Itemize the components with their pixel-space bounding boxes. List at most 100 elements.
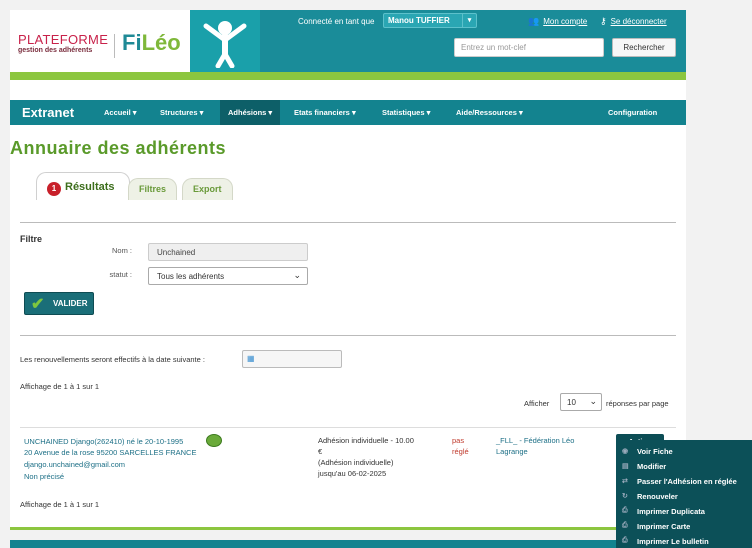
nav-item-accueil[interactable]: Accueil ▾ <box>96 100 145 125</box>
statut-select[interactable]: Tous les adhérents ⌄ <box>148 267 308 285</box>
brand-fileo: FiLéo <box>122 30 181 56</box>
nom-label: Nom : <box>111 246 132 255</box>
account-link[interactable]: 👥 Mon compte <box>528 16 587 27</box>
header-green-band <box>10 72 686 80</box>
search-input[interactable]: Entrez un mot-clef <box>454 38 604 57</box>
federation-link[interactable]: _FLL_ - Fédération Léo Lagrange <box>496 435 596 457</box>
member-name-link[interactable]: UNCHAINED Django(262410) né le 20-10-199… <box>24 437 183 446</box>
swap-icon: ⇄ <box>622 478 628 485</box>
logout-link-label: Se déconnecter <box>610 17 667 26</box>
nav-item-statistiques[interactable]: Statistiques ▾ <box>374 100 438 125</box>
chevron-down-icon: ⌄ <box>293 270 301 280</box>
connected-as-label: Connecté en tant que <box>298 17 375 26</box>
member-email[interactable]: django.unchained@gmail.com <box>24 460 125 469</box>
per-page-value: 10 <box>567 398 576 407</box>
nav-item-aide-ressources[interactable]: Aide/Ressources ▾ <box>448 100 531 125</box>
federation-line: _FLL_ - Fédération Léo <box>496 436 575 445</box>
menu-item-renouveler[interactable]: ↻ Renouveler <box>616 489 752 504</box>
pagination-info-bottom: Affichage de 1 à 1 sur 1 <box>20 500 100 509</box>
page-frame: PLATEFORME gestion des adhérents FiLéo C… <box>10 10 686 530</box>
tab-divider <box>20 222 676 223</box>
tab-filtres[interactable]: Filtres <box>128 178 178 200</box>
user-dropdown[interactable]: Manou TUFFIER ▾ <box>383 13 477 28</box>
menu-item-label: Passer l'Adhésion en réglée <box>637 477 737 486</box>
tab-resultats-label: Résultats <box>65 181 115 193</box>
user-name: Manou TUFFIER <box>388 16 450 25</box>
tab-resultats[interactable]: 1 Résultats <box>36 172 130 200</box>
nav-item-configuration[interactable]: Configuration <box>600 100 665 125</box>
header: PLATEFORME gestion des adhérents FiLéo C… <box>10 10 686 72</box>
calendar-icon: ▦ <box>247 354 255 363</box>
bottom-teal-band <box>10 540 686 548</box>
adhesion-line: (Adhésion individuelle) <box>318 458 394 467</box>
payment-line: réglé <box>452 447 469 456</box>
section-divider <box>20 335 676 336</box>
statut-label: statut : <box>109 270 132 279</box>
print-icon: ⎙ <box>622 537 628 544</box>
valider-label: VALIDER <box>53 299 88 308</box>
menu-item-label: Modifier <box>637 462 667 471</box>
menu-item-label: Renouveler <box>637 492 678 501</box>
caret-down-icon: ▾ <box>462 14 476 27</box>
member-address: 20 Avenue de la rose 95200 SARCELLES FRA… <box>24 448 197 457</box>
nav-brand[interactable]: Extranet <box>22 105 74 120</box>
print-icon: ⎙ <box>622 507 628 514</box>
nav-item-structures[interactable]: Structures ▾ <box>152 100 211 125</box>
statut-select-value: Tous les adhérents <box>157 272 225 281</box>
adhesion-info: Adhésion individuelle - 10.00 € (Adhésio… <box>318 435 442 479</box>
action-menu: ◉ Voir Fiche ▤ Modifier ⇄ Passer l'Adhésion… <box>616 440 752 548</box>
nom-input[interactable]: Unchained <box>148 243 308 261</box>
per-page-select[interactable]: 10 ⌄ <box>560 393 602 411</box>
status-indicator <box>206 434 222 447</box>
logout-link[interactable]: ⚷ Se déconnecter <box>600 16 667 27</box>
menu-item-modifier[interactable]: ▤ Modifier <box>616 459 752 474</box>
filter-title: Filtre <box>20 234 43 244</box>
brand-leo: Léo <box>141 30 181 55</box>
menu-item-passer-reglee[interactable]: ⇄ Passer l'Adhésion en réglée <box>616 474 752 489</box>
main-nav: Extranet Accueil ▾ Structures ▾ Adhésion… <box>10 100 686 125</box>
menu-item-label: Voir Fiche <box>637 447 673 456</box>
menu-item-imprimer-carte[interactable]: ⎙ Imprimer Carte <box>616 519 752 534</box>
brand-fi: Fi <box>122 30 142 55</box>
menu-item-label: Imprimer Carte <box>637 522 691 531</box>
menu-item-voir-fiche[interactable]: ◉ Voir Fiche <box>616 444 752 459</box>
check-icon: ✔ <box>31 296 45 313</box>
menu-item-imprimer-bulletin[interactable]: ⎙ Imprimer Le bulletin <box>616 534 752 548</box>
print-icon: ⎙ <box>622 522 628 529</box>
tab-export[interactable]: Export <box>182 178 233 200</box>
adhesion-line: € <box>318 447 323 456</box>
page: PLATEFORME gestion des adhérents FiLéo C… <box>0 0 752 548</box>
renew-icon: ↻ <box>622 493 628 500</box>
chevron-down-icon: ⌄ <box>589 396 597 406</box>
nav-item-etats-financiers[interactable]: Etats financiers ▾ <box>286 100 364 125</box>
renewal-text: Les renouvellements seront effectifs à l… <box>20 355 205 364</box>
footer-band <box>10 522 686 530</box>
brand-plateforme: PLATEFORME <box>18 32 109 47</box>
payment-status: pas réglé <box>452 435 482 457</box>
menu-item-imprimer-duplicata[interactable]: ⎙ Imprimer Duplicata <box>616 504 752 519</box>
results-count-badge: 1 <box>47 182 61 196</box>
reponses-label: réponses par page <box>606 399 669 408</box>
afficher-label: Afficher <box>524 399 550 408</box>
valider-button[interactable]: ✔ VALIDER <box>24 292 94 315</box>
menu-item-label: Imprimer Duplicata <box>637 507 705 516</box>
search-button[interactable]: Rechercher <box>612 38 676 57</box>
brand-subtitle: gestion des adhérents <box>18 47 93 54</box>
account-icon: 👥 <box>528 16 540 26</box>
adhesion-line: jusqu'au 06-02-2025 <box>318 469 387 478</box>
menu-item-label: Imprimer Le bulletin <box>637 537 709 546</box>
table-row: UNCHAINED Django(262410) né le 20-10-199… <box>20 427 676 487</box>
brand-divider <box>114 34 115 58</box>
mascot-icon <box>203 21 247 68</box>
edit-icon: ▤ <box>622 463 629 470</box>
adhesion-line: Adhésion individuelle - 10.00 <box>318 436 414 445</box>
page-title: Annuaire des adhérents <box>10 138 227 158</box>
mascot-logo <box>190 10 260 72</box>
payment-line: pas <box>452 436 465 445</box>
pagination-info-top: Affichage de 1 à 1 sur 1 <box>20 382 100 391</box>
account-link-label: Mon compte <box>543 17 588 26</box>
renewal-date-input[interactable]: ▦ <box>242 350 342 368</box>
eye-icon: ◉ <box>622 448 629 455</box>
nav-item-adhesions[interactable]: Adhésions ▾ <box>220 100 281 125</box>
brand-logo[interactable]: PLATEFORME gestion des adhérents FiLéo <box>18 30 198 68</box>
